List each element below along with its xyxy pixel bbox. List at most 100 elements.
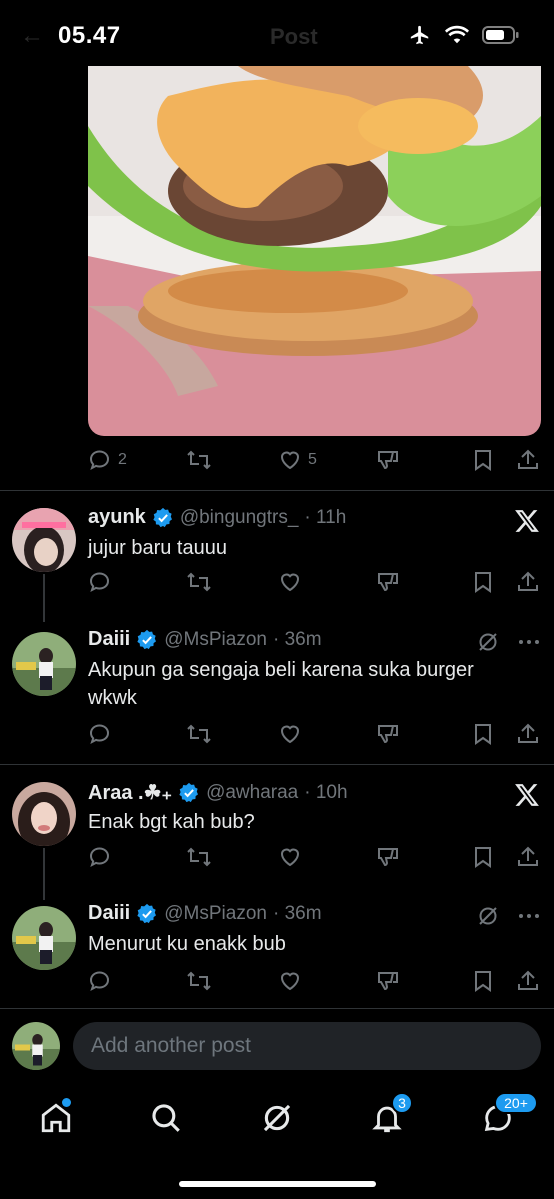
timestamp: · 11h xyxy=(304,506,347,528)
status-icons xyxy=(408,24,520,46)
share-icon xyxy=(518,449,538,469)
reply-icon xyxy=(89,724,110,744)
verified-badge-icon xyxy=(153,507,172,527)
tab-home[interactable] xyxy=(36,1098,76,1138)
bookmark-button[interactable] xyxy=(472,722,494,746)
post-menu xyxy=(514,782,540,808)
heart-icon xyxy=(280,972,300,991)
more-options-icon[interactable] xyxy=(518,639,540,645)
unread-dot xyxy=(62,1098,71,1107)
share-button[interactable] xyxy=(516,570,540,594)
bookmark-icon xyxy=(475,450,491,471)
repost-button[interactable] xyxy=(186,845,212,869)
tab-messages[interactable]: 20+ xyxy=(478,1092,538,1138)
repost-button[interactable] xyxy=(186,448,212,472)
x-logo-icon xyxy=(515,784,539,806)
tab-grok[interactable] xyxy=(257,1098,297,1138)
like-button[interactable] xyxy=(278,845,302,869)
handle[interactable]: @bingungtrs_ xyxy=(180,507,299,529)
post-media-image[interactable] xyxy=(88,66,541,436)
heart-icon xyxy=(280,848,300,867)
handle[interactable]: @awharaa xyxy=(206,782,298,804)
timestamp: · 10h xyxy=(304,781,348,803)
reply-icon xyxy=(89,971,110,991)
display-name[interactable]: Araa .☘︎₊ xyxy=(88,780,172,805)
repost-button[interactable] xyxy=(186,570,212,594)
reply-button[interactable] xyxy=(88,570,112,594)
avatar[interactable] xyxy=(12,782,76,846)
post-header: Daiii @MsPiazon · 36m xyxy=(88,628,322,651)
share-button[interactable] xyxy=(516,722,540,746)
dislike-button[interactable] xyxy=(376,448,400,472)
battery-icon xyxy=(482,26,519,44)
reply-composer: Add another post xyxy=(0,1008,554,1082)
like-count: 5 xyxy=(308,451,317,468)
post-menu xyxy=(476,630,540,654)
tab-notifications[interactable]: 3 xyxy=(367,1092,413,1138)
reply-button[interactable]: 2 xyxy=(88,448,127,472)
grok-icon[interactable] xyxy=(476,630,500,654)
repost-icon xyxy=(187,572,211,592)
post-actions xyxy=(88,843,538,871)
post-actions xyxy=(88,568,538,596)
post-text: Enak bgt kah bub? xyxy=(88,811,255,833)
timestamp: · 36m xyxy=(272,628,322,650)
post-header: ayunk @bingungtrs_ · 11h xyxy=(88,506,346,529)
bookmark-icon xyxy=(475,847,491,868)
handle[interactable]: @MsPiazon xyxy=(164,629,267,651)
avatar[interactable] xyxy=(12,1022,60,1070)
post-header: Araa .☘︎₊ @awharaa · 10h xyxy=(88,780,348,805)
home-indicator xyxy=(179,1181,376,1187)
share-icon xyxy=(518,723,538,743)
share-icon xyxy=(518,970,538,990)
verified-badge-icon xyxy=(179,782,199,802)
dislike-button[interactable] xyxy=(376,722,400,746)
thumbs-down-icon xyxy=(378,725,398,744)
dislike-button[interactable] xyxy=(376,570,400,594)
back-arrow-icon[interactable]: ← xyxy=(20,22,44,50)
reply-button[interactable] xyxy=(88,969,112,993)
bookmark-button[interactable] xyxy=(472,570,494,594)
dislike-button[interactable] xyxy=(376,969,400,993)
reply-button[interactable] xyxy=(88,722,112,746)
like-button[interactable] xyxy=(278,722,302,746)
post-actions xyxy=(88,967,538,995)
share-button[interactable] xyxy=(516,845,540,869)
reply-icon xyxy=(89,847,110,867)
share-button[interactable] xyxy=(516,969,540,993)
repost-button[interactable] xyxy=(186,722,212,746)
airplane-icon xyxy=(410,25,429,45)
post-actions xyxy=(88,720,538,748)
thumbs-down-icon xyxy=(378,848,398,867)
add-post-input[interactable]: Add another post xyxy=(73,1022,541,1070)
messages-badge: 20+ xyxy=(494,1092,538,1114)
page-title: Post xyxy=(270,24,318,49)
like-button[interactable]: 5 xyxy=(278,448,317,472)
thumbs-down-icon xyxy=(378,573,398,592)
repost-icon xyxy=(187,450,211,470)
handle[interactable]: @MsPiazon xyxy=(164,903,267,925)
display-name[interactable]: Daiii xyxy=(88,628,130,651)
grok-icon[interactable] xyxy=(476,904,500,928)
bookmark-button[interactable] xyxy=(472,448,494,472)
avatar[interactable] xyxy=(12,906,76,970)
repost-button[interactable] xyxy=(186,969,212,993)
reply-button[interactable] xyxy=(88,845,112,869)
like-button[interactable] xyxy=(278,570,302,594)
more-options-icon[interactable] xyxy=(518,913,540,919)
bookmark-icon xyxy=(475,572,491,593)
share-button[interactable] xyxy=(516,448,540,472)
heart-icon xyxy=(280,725,300,744)
like-button[interactable] xyxy=(278,969,302,993)
dislike-button[interactable] xyxy=(376,845,400,869)
tab-search[interactable] xyxy=(146,1098,186,1138)
verified-badge-icon xyxy=(137,629,157,649)
display-name[interactable]: Daiii xyxy=(88,902,130,925)
display-name[interactable]: ayunk xyxy=(88,506,146,529)
heart-icon xyxy=(280,573,300,592)
avatar[interactable] xyxy=(12,508,76,572)
avatar[interactable] xyxy=(12,632,76,696)
bookmark-button[interactable] xyxy=(472,845,494,869)
bookmark-button[interactable] xyxy=(472,969,494,993)
share-icon xyxy=(518,846,538,866)
